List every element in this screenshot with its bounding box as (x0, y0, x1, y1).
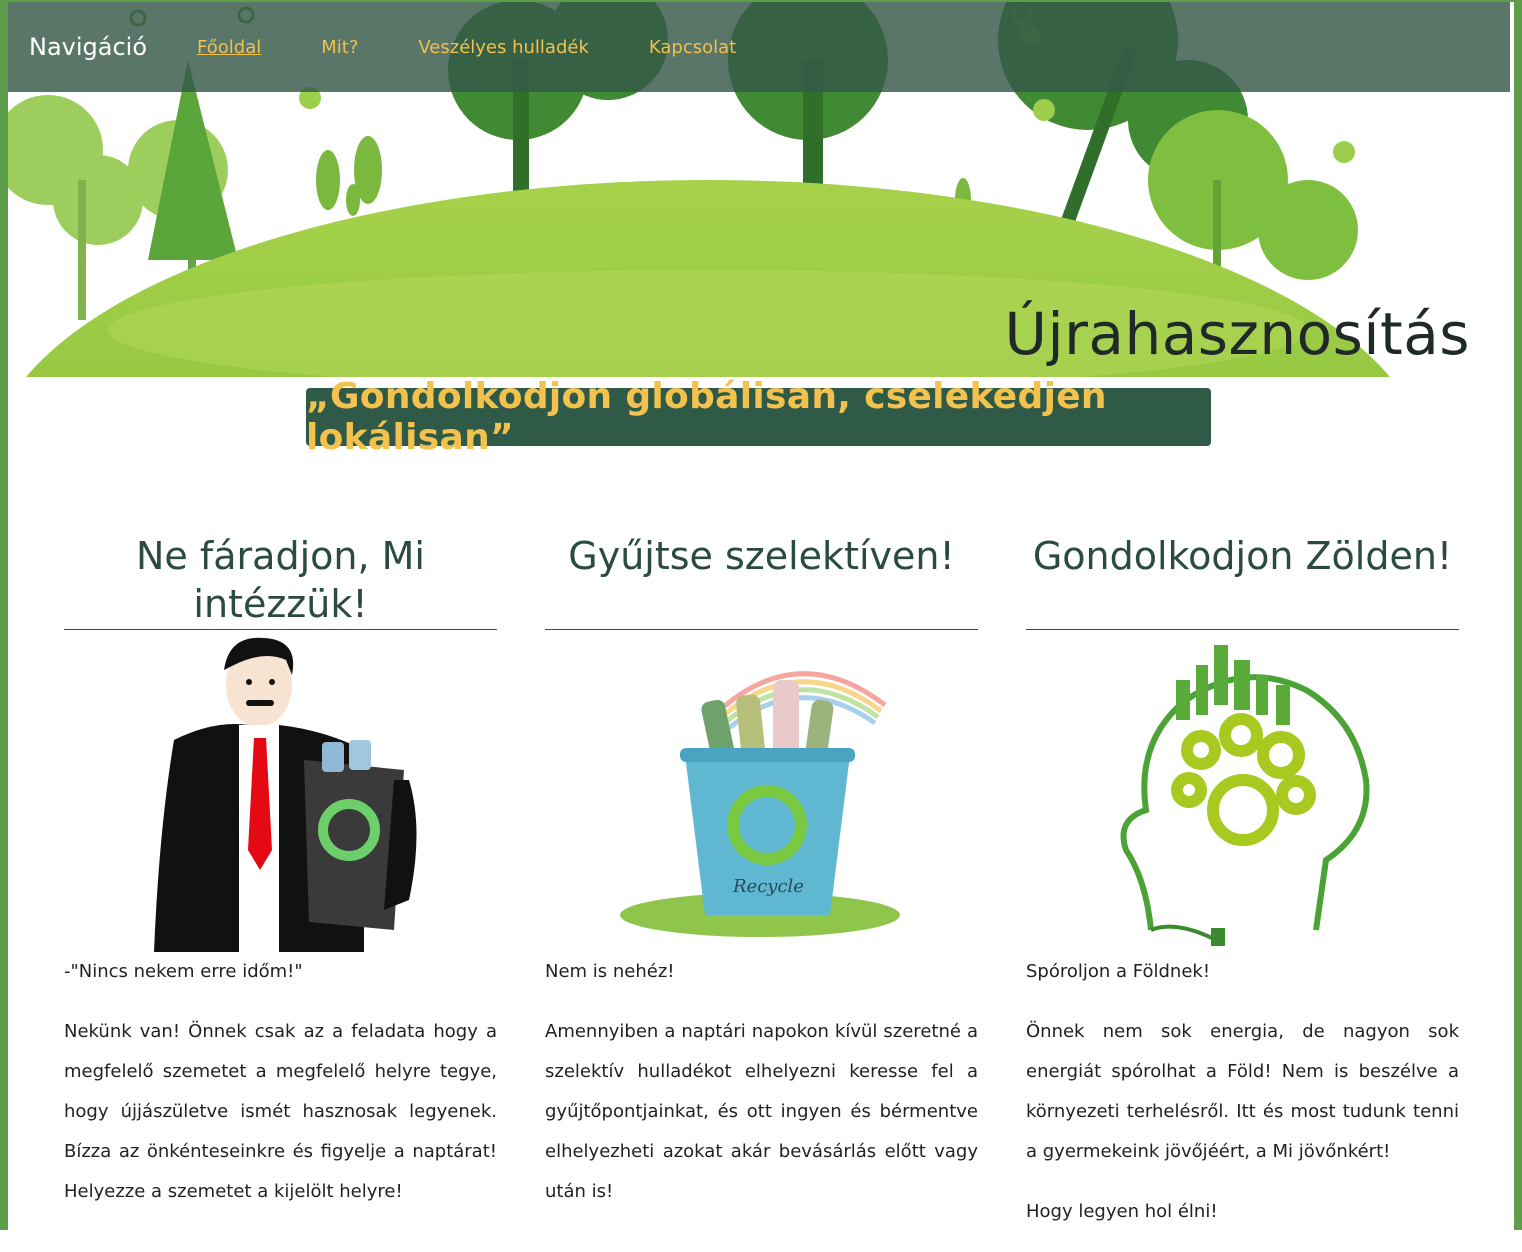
green-head-gears-image (1026, 630, 1459, 952)
nav-link-contact[interactable]: Kapcsolat (649, 37, 736, 58)
nav-link-what[interactable]: Mit? (321, 37, 358, 58)
nav-link-hazardous-waste[interactable]: Veszélyes hulladék (418, 37, 589, 58)
recycle-bin-image: Recycle (545, 630, 978, 952)
column-lead: -"Nincs nekem erre időm!" (64, 961, 303, 982)
column-heading: Ne fáradjon, Mi intézzük! (64, 532, 497, 630)
column-body: Amennyiben a naptári napokon kívül szere… (545, 1021, 978, 1202)
recycle-label: Recycle (732, 876, 804, 897)
column-lead: Nem is nehéz! (545, 961, 675, 982)
column-heading: Gyűjtse szelektíven! (545, 532, 978, 630)
feature-column-green: Gondolkodjon Zölden! Spóroljon a Földnek… (1026, 532, 1459, 1252)
nav-link-home[interactable]: Főoldal (197, 37, 261, 58)
column-heading: Gondolkodjon Zölden! (1026, 532, 1459, 630)
column-body: Önnek nem sok energia, de nagyon sok ene… (1026, 1021, 1459, 1162)
businessman-image (64, 630, 497, 952)
column-lead: Spóroljon a Földnek! (1026, 961, 1211, 982)
column-extra: Hogy legyen hol élni! (1026, 1201, 1218, 1222)
hero-title: Újrahasznosítás (1004, 300, 1470, 368)
column-body: Nekünk van! Önnek csak az a feladata hog… (64, 1021, 497, 1202)
feature-column-selective: Gyűjtse szelektíven! Recycle Nem is nehé… (545, 532, 978, 1232)
nav-brand: Navigáció (29, 33, 148, 61)
feature-column-service: Ne fáradjon, Mi intézzük! -"Nincs nekem … (64, 532, 497, 1232)
top-navbar: Navigáció Főoldal Mit? Veszélyes hulladé… (8, 2, 1510, 92)
slogan-banner: „Gondolkodjon globálisan, cselekedjen lo… (306, 376, 1211, 458)
